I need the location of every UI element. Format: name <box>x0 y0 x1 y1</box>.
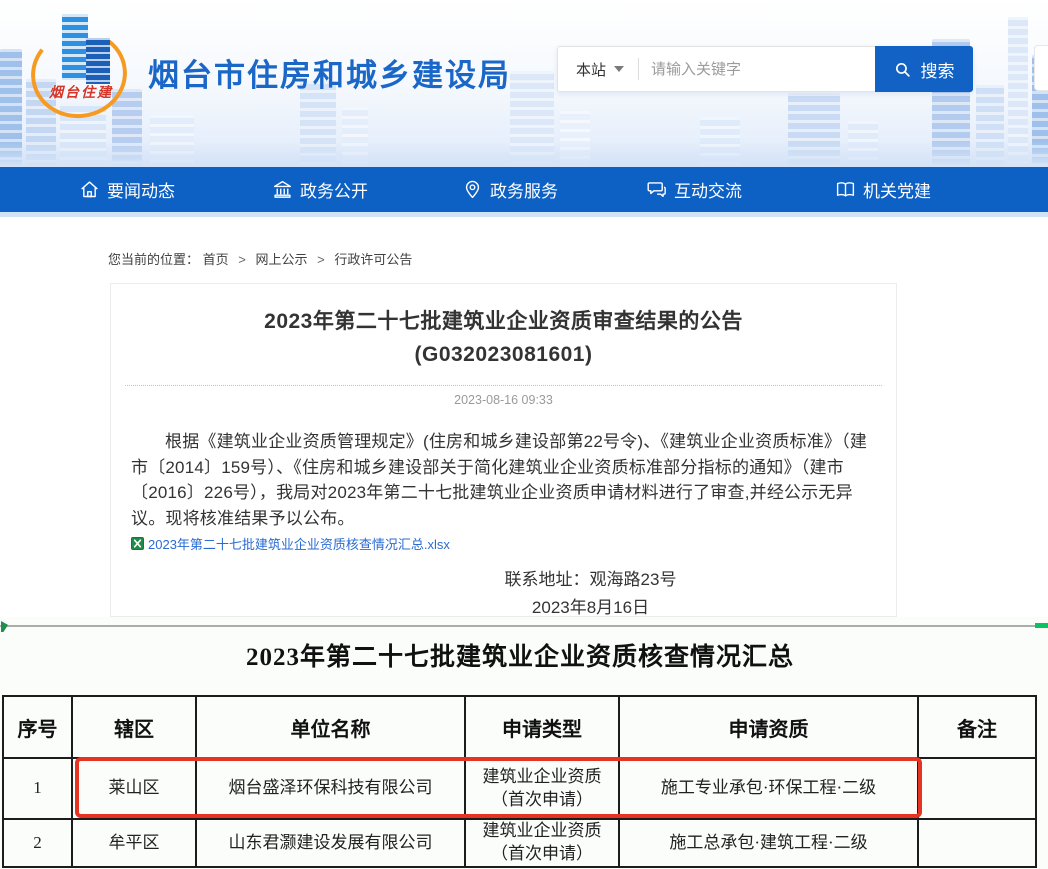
col-header-seq: 序号 <box>3 696 72 758</box>
search-scope-dropdown[interactable]: 本站 <box>558 59 638 80</box>
breadcrumb-prefix: 您当前的位置： <box>108 252 199 267</box>
logo-text: 烟台住建 <box>38 82 124 102</box>
col-header-remark: 备注 <box>918 696 1036 758</box>
logo-building2-icon <box>86 38 110 84</box>
article-title-line1: 2023年第二十七批建筑业企业资质审查结果的公告 <box>111 306 896 339</box>
search-bar: 本站 搜索 <box>557 46 973 92</box>
col-header-district: 辖区 <box>72 696 196 758</box>
cell-app-type: 建筑业企业资质（首次申请） <box>465 758 619 819</box>
article-title-line2: (G032023081601) <box>111 339 896 372</box>
logo-building-icon <box>62 14 88 80</box>
dotted-divider <box>125 385 882 386</box>
table-header-row: 序号 辖区 单位名称 申请类型 申请资质 备注 <box>3 696 1036 758</box>
page: 烟台住建 烟台市住房和城乡建设局 本站 搜索 要闻动态 <box>0 0 1048 869</box>
site-logo: 烟台住建 <box>28 12 134 120</box>
article-body: 根据《建筑业企业资质管理规定》(住房和城乡建设部第22号令)、《建筑业企业资质标… <box>131 429 878 531</box>
home-icon <box>79 179 100 200</box>
nav-label: 机关党建 <box>863 177 931 202</box>
article-date: 2023-08-16 09:33 <box>111 393 896 407</box>
excel-file-icon <box>131 537 144 550</box>
cell-qualification: 施工专业承包·环保工程·二级 <box>619 758 918 819</box>
contact-address: 联系地址：观海路23号 <box>285 566 896 594</box>
breadcrumb-home[interactable]: 首页 <box>203 252 229 267</box>
service-pin-icon <box>462 179 483 200</box>
nav-item-interaction[interactable]: 互动交流 <box>646 167 742 212</box>
site-header: 烟台住建 烟台市住房和城乡建设局 本站 搜索 <box>0 0 1048 167</box>
header-corner-box <box>1034 45 1048 91</box>
col-header-company: 单位名称 <box>196 696 465 758</box>
table-row: 1 莱山区 烟台盛泽环保科技有限公司 建筑业企业资质（首次申请） 施工专业承包·… <box>3 758 1036 819</box>
search-button-label: 搜索 <box>921 57 955 82</box>
site-title: 烟台市住房和城乡建设局 <box>148 50 511 95</box>
nav-label: 政务服务 <box>490 177 558 202</box>
search-icon <box>894 61 911 78</box>
col-header-app-type: 申请类型 <box>465 696 619 758</box>
excel-summary-section: 2023年第二十七批建筑业企业资质核查情况汇总 序号 辖区 单位名称 申请类型 … <box>0 617 1048 869</box>
nav-item-party[interactable]: 机关党建 <box>835 167 931 212</box>
cell-qualification: 施工总承包·建筑工程·二级 <box>619 819 918 867</box>
cell-district: 莱山区 <box>72 758 196 819</box>
breadcrumb-online-publicity[interactable]: 网上公示 <box>256 252 308 267</box>
attachment-link[interactable]: 2023年第二十七批建筑业企业资质核查情况汇总.xlsx <box>148 534 450 553</box>
chevron-down-icon <box>614 66 624 72</box>
excel-green-corner-left <box>1 621 8 632</box>
nav-accent-strip <box>0 212 1048 217</box>
nav-label: 要闻动态 <box>107 177 175 202</box>
contact-block: 联系地址：观海路23号 2023年8月16日 <box>111 566 896 622</box>
table-row: 2 牟平区 山东君灏建设发展有限公司 建筑业企业资质（首次申请） 施工总承包·建… <box>3 819 1036 867</box>
search-button[interactable]: 搜索 <box>875 46 973 92</box>
cell-district: 牟平区 <box>72 819 196 867</box>
breadcrumb-separator: > <box>317 252 325 267</box>
nav-label: 互动交流 <box>674 177 742 202</box>
cell-remark <box>918 819 1036 867</box>
cell-app-type: 建筑业企业资质（首次申请） <box>465 819 619 867</box>
cell-company: 烟台盛泽环保科技有限公司 <box>196 758 465 819</box>
summary-table: 序号 辖区 单位名称 申请类型 申请资质 备注 1 莱山区 烟台盛泽环保科技有限… <box>2 695 1037 868</box>
breadcrumb-license-announcements[interactable]: 行政许可公告 <box>334 252 412 267</box>
attachment-row: 2023年第二十七批建筑业企业资质核查情况汇总.xlsx <box>131 534 896 553</box>
cell-remark <box>918 758 1036 819</box>
breadcrumb: 您当前的位置： 首页 > 网上公示 > 行政许可公告 <box>108 249 412 268</box>
search-input[interactable] <box>639 61 875 78</box>
book-icon <box>835 179 856 200</box>
main-nav: 要闻动态 政务公开 政务服务 互动交流 <box>0 167 1048 212</box>
nav-item-news[interactable]: 要闻动态 <box>79 167 175 212</box>
breadcrumb-separator: > <box>238 252 246 267</box>
bank-icon <box>272 179 293 200</box>
col-header-qualification: 申请资质 <box>619 696 918 758</box>
nav-item-gov-service[interactable]: 政务服务 <box>462 167 558 212</box>
excel-green-corner-right <box>1035 623 1048 628</box>
summary-table-title: 2023年第二十七批建筑业企业资质核查情况汇总 <box>0 637 1040 673</box>
excel-top-border <box>0 625 1048 627</box>
search-scope-label: 本站 <box>576 59 606 80</box>
article-card: 2023年第二十七批建筑业企业资质审查结果的公告 (G032023081601)… <box>110 283 897 617</box>
nav-label: 政务公开 <box>300 177 368 202</box>
cell-seq: 1 <box>3 758 72 819</box>
cell-company: 山东君灏建设发展有限公司 <box>196 819 465 867</box>
nav-item-gov-open[interactable]: 政务公开 <box>272 167 368 212</box>
article-title: 2023年第二十七批建筑业企业资质审查结果的公告 (G032023081601) <box>111 306 896 371</box>
chat-icon <box>646 179 667 200</box>
cell-seq: 2 <box>3 819 72 867</box>
